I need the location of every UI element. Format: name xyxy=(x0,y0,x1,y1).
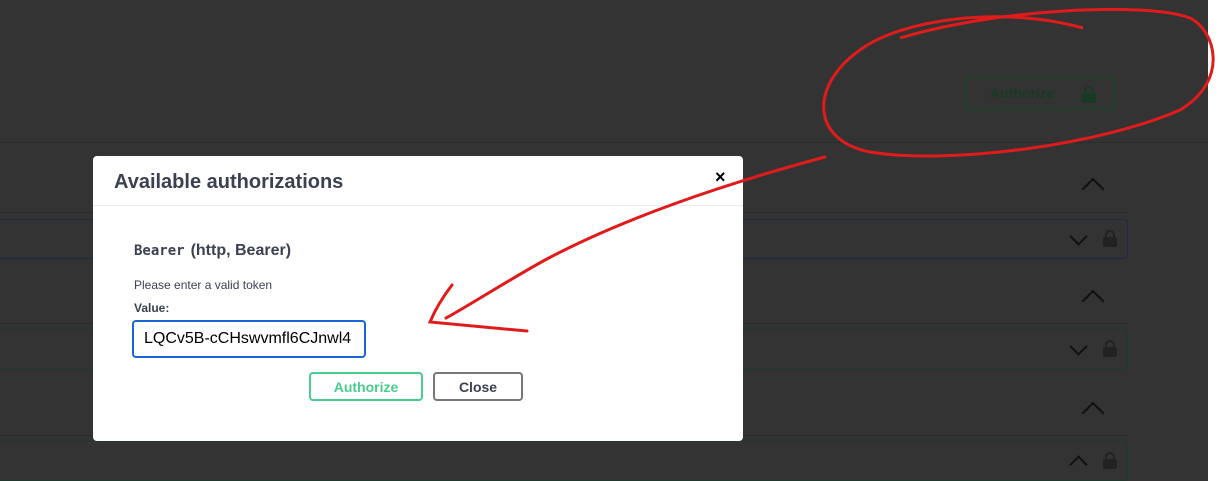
lock-icon[interactable] xyxy=(1103,452,1117,469)
token-hint: Please enter a valid token xyxy=(134,278,273,292)
authorization-modal: Available authorizations × Bearer (http, … xyxy=(93,156,743,441)
chevron-down-icon[interactable] xyxy=(1069,337,1088,356)
header-divider xyxy=(0,142,1208,143)
scheme-type: (http, Bearer) xyxy=(190,242,292,259)
close-button[interactable]: Close xyxy=(433,372,523,401)
authorize-label: Authorize xyxy=(990,85,1055,101)
modal-header: Available authorizations × xyxy=(93,156,743,206)
lock-icon xyxy=(1082,86,1096,103)
token-input[interactable] xyxy=(132,320,366,358)
lock-icon[interactable] xyxy=(1103,230,1117,247)
operation-row[interactable] xyxy=(0,441,1128,481)
chevron-up-icon[interactable] xyxy=(1069,455,1088,474)
value-label: Value: xyxy=(134,301,170,315)
modal-title: Available authorizations xyxy=(114,171,344,193)
chevron-down-icon[interactable] xyxy=(1069,227,1088,246)
scheme-name: Bearer xyxy=(134,243,185,259)
lock-icon[interactable] xyxy=(1103,340,1117,357)
scheme-title: Bearer (http, Bearer) xyxy=(134,242,291,260)
header-authorize-button[interactable]: Authorize xyxy=(964,76,1116,110)
close-icon[interactable]: × xyxy=(715,167,726,188)
authorize-button[interactable]: Authorize xyxy=(309,372,423,401)
